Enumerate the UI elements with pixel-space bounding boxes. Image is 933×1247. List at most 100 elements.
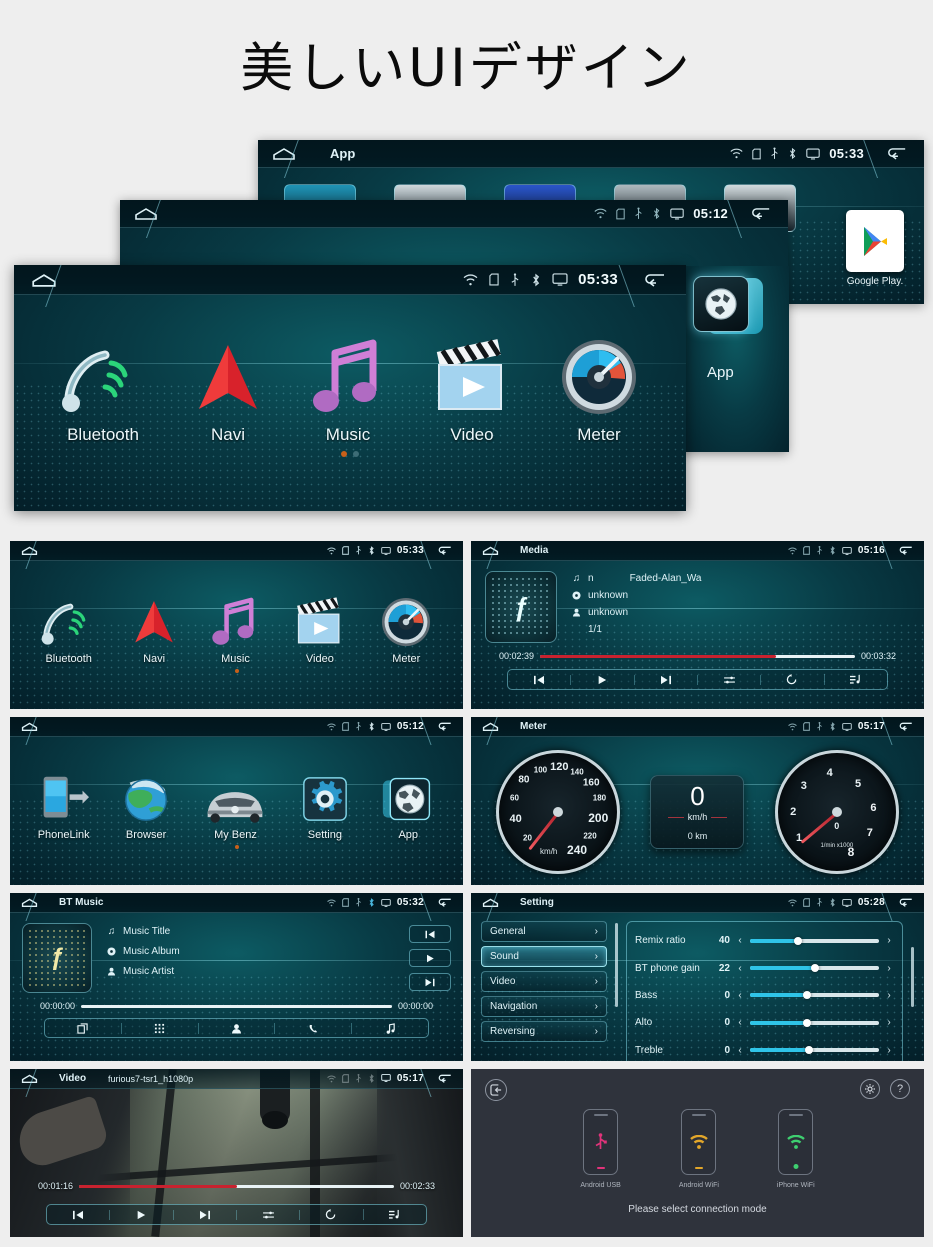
media-progress[interactable]: 00:02:39 00:03:32: [471, 651, 924, 661]
back-button[interactable]: [893, 893, 919, 913]
play-icon[interactable]: [571, 674, 635, 685]
app-item-navi[interactable]: Navi: [130, 590, 178, 665]
setting-menu-item-navigation[interactable]: Navigation ›: [481, 996, 607, 1017]
play-icon[interactable]: [110, 1209, 174, 1220]
panel-home-phonelink-apps[interactable]: 05:12 PhoneLink Browser My Benz Setting …: [10, 717, 463, 885]
back-button[interactable]: [893, 717, 919, 737]
home-icon[interactable]: [15, 717, 43, 737]
setting-menu-item-general[interactable]: General ›: [481, 921, 607, 942]
repeat-icon[interactable]: [761, 674, 825, 685]
chevron-left-icon[interactable]: ‹: [735, 935, 745, 946]
dialpad-copy-icon[interactable]: [45, 1022, 122, 1034]
repeat-icon[interactable]: [300, 1209, 364, 1220]
setting-slider-row[interactable]: Treble 0 ‹ ›: [635, 1045, 894, 1056]
setting-panel-scrollbar[interactable]: [911, 947, 914, 1007]
slider-knob[interactable]: [802, 991, 811, 1000]
home-icon[interactable]: [15, 541, 43, 561]
back-button[interactable]: [740, 200, 782, 228]
panel-home-media-apps[interactable]: 05:33 Bluetooth Navi Music Video Meter: [10, 541, 463, 709]
keypad-icon[interactable]: [122, 1022, 199, 1034]
panel-bt-music[interactable]: BT Music 05:32 ƒ ♫ Music Title Music Alb…: [10, 893, 463, 1061]
progress-bar[interactable]: [540, 654, 855, 658]
home-icon[interactable]: [15, 893, 43, 913]
back-button[interactable]: [432, 1069, 458, 1089]
home-icon[interactable]: [22, 265, 66, 295]
home-icon[interactable]: [15, 1069, 43, 1089]
page-dots[interactable]: [10, 845, 463, 849]
home-icon[interactable]: [126, 200, 166, 228]
chevron-left-icon[interactable]: ‹: [735, 1045, 745, 1056]
chevron-left-icon[interactable]: ‹: [735, 1017, 745, 1028]
next-icon[interactable]: [635, 674, 698, 685]
slider-track[interactable]: [750, 936, 879, 945]
shuffle-icon[interactable]: [698, 674, 762, 685]
app-item-browser[interactable]: Browser: [121, 770, 171, 841]
page-dot[interactable]: [353, 451, 359, 457]
slider-track[interactable]: [750, 1018, 879, 1027]
exit-icon[interactable]: [485, 1079, 507, 1101]
setting-menu-item-video[interactable]: Video ›: [481, 971, 607, 992]
app-item-meter[interactable]: Meter: [559, 331, 639, 445]
progress-bar[interactable]: [79, 1184, 394, 1188]
app-item-app[interactable]: App: [381, 770, 435, 841]
app-item-meter[interactable]: Meter: [380, 590, 432, 665]
home-icon[interactable]: [264, 140, 304, 168]
panel-setting[interactable]: Setting 05:28 General › Sound › Video › …: [471, 893, 924, 1061]
video-progress[interactable]: 00:01:16 00:02:33: [10, 1181, 463, 1191]
back-button[interactable]: [876, 140, 918, 168]
setting-menu-item-reversing[interactable]: Reversing ›: [481, 1021, 607, 1042]
page-dots[interactable]: [14, 451, 686, 457]
chevron-right-icon[interactable]: ›: [884, 1017, 894, 1028]
chevron-right-icon[interactable]: ›: [884, 935, 894, 946]
connection-mode-android-usb[interactable]: Android USB: [580, 1109, 621, 1189]
slider-knob[interactable]: [802, 1018, 811, 1027]
hero-screen-home[interactable]: 05:33 Bluetooth Navi Music Video Meter: [14, 265, 686, 511]
play-icon[interactable]: [409, 949, 451, 967]
app-item-bluetooth[interactable]: Bluetooth: [61, 331, 145, 445]
page-dot-active[interactable]: [341, 451, 347, 457]
home-icon[interactable]: [476, 893, 504, 913]
connection-mode-iphone-wifi[interactable]: iPhone WiFi: [777, 1109, 815, 1189]
btmusic-progress[interactable]: 00:00:00 00:00:00: [10, 1001, 463, 1011]
back-button[interactable]: [893, 541, 919, 561]
setting-slider-row[interactable]: Bass 0 ‹ ›: [635, 990, 894, 1001]
slider-knob[interactable]: [805, 1046, 814, 1055]
back-button[interactable]: [432, 541, 458, 561]
chevron-right-icon[interactable]: ›: [884, 1045, 894, 1056]
back-button[interactable]: [432, 717, 458, 737]
gear-icon[interactable]: [860, 1079, 880, 1099]
playlist-icon[interactable]: [364, 1209, 426, 1220]
slider-track[interactable]: [750, 964, 879, 973]
chevron-left-icon[interactable]: ‹: [735, 990, 745, 1001]
slider-knob[interactable]: [793, 936, 802, 945]
chevron-right-icon[interactable]: ›: [884, 963, 894, 974]
setting-slider-row[interactable]: Alto 0 ‹ ›: [635, 1017, 894, 1028]
app-item-bluetooth[interactable]: Bluetooth: [41, 590, 97, 665]
prev-icon[interactable]: [409, 925, 451, 943]
music-icon[interactable]: [352, 1022, 428, 1034]
prev-icon[interactable]: [47, 1209, 111, 1220]
playlist-icon[interactable]: [825, 674, 887, 685]
setting-menu-item-sound[interactable]: Sound ›: [481, 946, 607, 967]
slider-track[interactable]: [750, 991, 879, 1000]
shuffle-icon[interactable]: [237, 1209, 301, 1220]
app-item-navi[interactable]: Navi: [191, 331, 265, 445]
home-icon[interactable]: [476, 541, 504, 561]
page-dots[interactable]: [10, 669, 463, 673]
app-item-phonelink[interactable]: PhoneLink: [38, 770, 90, 841]
page-dot-active[interactable]: [234, 845, 239, 849]
page-dot-active[interactable]: [234, 669, 239, 673]
hero-app-overlay[interactable]: App: [683, 266, 789, 452]
app-item-my-benz[interactable]: My Benz: [202, 770, 268, 841]
next-icon[interactable]: [409, 973, 451, 991]
app-item-video[interactable]: Video: [431, 331, 513, 445]
progress-bar[interactable]: [81, 1004, 392, 1008]
app-item-music[interactable]: Music: [211, 590, 259, 665]
panel-meter[interactable]: Meter 05:17 20 40 60 80 100 120 140 160 …: [471, 717, 924, 885]
help-icon[interactable]: ?: [890, 1079, 910, 1099]
back-button[interactable]: [632, 265, 678, 295]
call-log-icon[interactable]: [275, 1022, 353, 1034]
app-item-video[interactable]: Video: [293, 590, 347, 665]
setting-slider-row[interactable]: BT phone gain 22 ‹ ›: [635, 963, 894, 974]
app-item-setting[interactable]: Setting: [300, 770, 350, 841]
